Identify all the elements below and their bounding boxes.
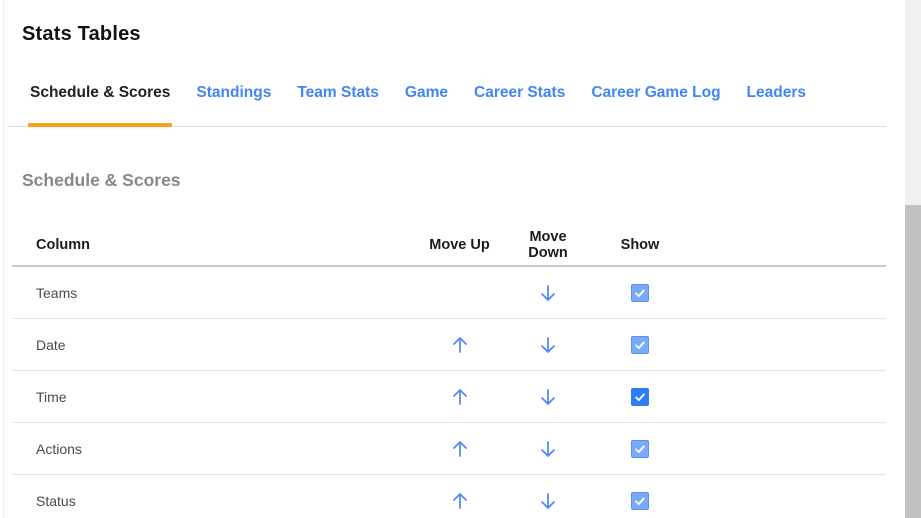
tab-career-game-log[interactable]: Career Game Log (591, 77, 720, 126)
row-label: Time (12, 389, 407, 405)
table-row-actions: Actions (12, 423, 886, 475)
check-icon (633, 494, 647, 508)
arrow-up-icon (450, 387, 470, 407)
move-down-button[interactable] (537, 438, 559, 460)
move-up-cell (407, 490, 512, 512)
show-checkbox[interactable] (631, 388, 649, 406)
row-label: Date (12, 337, 407, 353)
tab-schedule-scores[interactable]: Schedule & Scores (30, 77, 170, 126)
show-checkbox[interactable] (631, 440, 649, 458)
move-down-button[interactable] (537, 334, 559, 356)
active-tab-underline (28, 123, 172, 127)
table-row-teams: Teams (12, 267, 886, 319)
row-label: Status (12, 493, 407, 509)
show-checkbox[interactable] (631, 284, 649, 302)
arrow-down-icon (538, 439, 558, 459)
tab-label: Team Stats (297, 84, 379, 101)
move-down-cell (512, 490, 584, 512)
tab-label: Career Game Log (591, 84, 720, 101)
scrollbar-thumb[interactable] (905, 205, 921, 518)
header-column: Column (12, 237, 407, 253)
move-up-cell (407, 438, 512, 460)
arrow-down-icon (538, 491, 558, 511)
check-icon (633, 390, 647, 404)
arrow-down-icon (538, 283, 558, 303)
tab-team-stats[interactable]: Team Stats (297, 77, 379, 126)
check-icon (633, 442, 647, 456)
tab-bar: Schedule & Scores Standings Team Stats G… (8, 77, 886, 127)
table-row-time: Time (12, 371, 886, 423)
move-down-button[interactable] (537, 490, 559, 512)
arrow-down-icon (538, 387, 558, 407)
move-up-button[interactable] (449, 334, 471, 356)
row-label: Actions (12, 441, 407, 457)
header-show: Show (584, 237, 696, 253)
show-checkbox[interactable] (631, 492, 649, 510)
move-down-cell (512, 334, 584, 356)
move-down-button[interactable] (537, 282, 559, 304)
columns-table: Column Move Up Move Down Show Teams (12, 224, 886, 518)
show-cell (584, 440, 696, 458)
tab-standings[interactable]: Standings (196, 77, 271, 126)
move-up-cell (407, 386, 512, 408)
row-label: Teams (12, 285, 407, 301)
left-edge-border (3, 0, 4, 518)
arrow-up-icon (450, 491, 470, 511)
tab-game[interactable]: Game (405, 77, 448, 126)
arrow-down-icon (538, 335, 558, 355)
show-cell (584, 336, 696, 354)
show-cell (584, 284, 696, 302)
move-down-button[interactable] (537, 386, 559, 408)
header-move-up: Move Up (407, 237, 512, 253)
move-up-button[interactable] (449, 490, 471, 512)
move-up-cell (407, 334, 512, 356)
tab-label: Schedule & Scores (30, 84, 170, 101)
move-down-cell (512, 386, 584, 408)
tab-label: Career Stats (474, 84, 565, 101)
table-row-date: Date (12, 319, 886, 371)
section-title: Schedule & Scores (22, 170, 181, 191)
table-row-status: Status (12, 475, 886, 518)
page-title: Stats Tables (22, 23, 141, 46)
stats-tables-page: Stats Tables Schedule & Scores Standings… (0, 0, 921, 518)
move-down-cell (512, 282, 584, 304)
arrow-up-icon (450, 439, 470, 459)
move-up-button[interactable] (449, 386, 471, 408)
header-move-down: Move Down (512, 229, 584, 261)
show-checkbox[interactable] (631, 336, 649, 354)
move-down-cell (512, 438, 584, 460)
tab-label: Standings (196, 84, 271, 101)
tab-leaders[interactable]: Leaders (747, 77, 806, 126)
scrollbar[interactable] (905, 0, 921, 518)
move-up-button[interactable] (449, 438, 471, 460)
table-header-row: Column Move Up Move Down Show (12, 224, 886, 267)
tab-label: Leaders (747, 84, 806, 101)
show-cell (584, 388, 696, 406)
arrow-up-icon (450, 335, 470, 355)
tab-label: Game (405, 84, 448, 101)
tab-career-stats[interactable]: Career Stats (474, 77, 565, 126)
check-icon (633, 338, 647, 352)
show-cell (584, 492, 696, 510)
check-icon (633, 286, 647, 300)
